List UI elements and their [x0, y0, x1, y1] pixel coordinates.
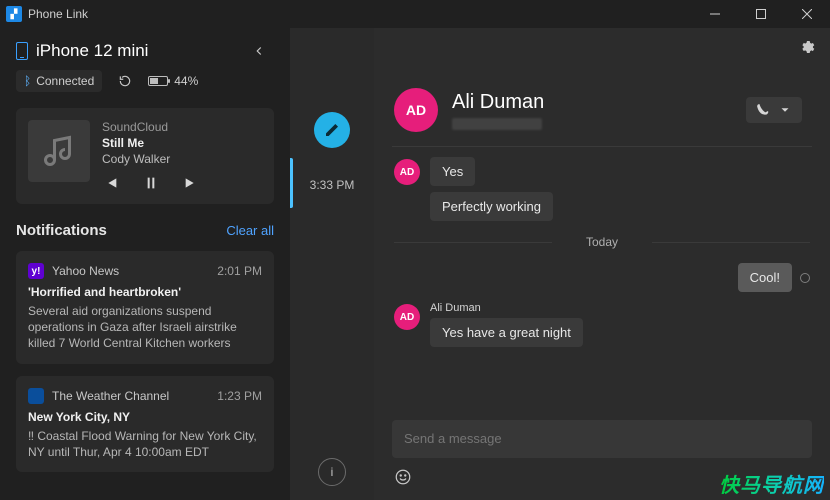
- notification-app-name: The Weather Channel: [52, 389, 169, 403]
- media-prev-button[interactable]: [102, 174, 120, 192]
- message-bubble-incoming: Yes: [430, 157, 475, 186]
- contact-subtext: [452, 118, 542, 130]
- device-name: iPhone 12 mini: [36, 41, 148, 61]
- conversation-pane: AD Ali Duman AD Yes Perfectly working To…: [374, 28, 830, 500]
- message-status-icon: [800, 273, 810, 283]
- battery-icon: [148, 76, 168, 86]
- weather-channel-icon: [28, 388, 44, 404]
- notification-item[interactable]: The Weather Channel 1:23 PM New York Cit…: [16, 376, 274, 472]
- thread-list-column: 3:33 PM i: [290, 28, 374, 500]
- notification-item[interactable]: y! Yahoo News 2:01 PM 'Horrified and hea…: [16, 251, 274, 364]
- contact-name: Ali Duman: [452, 91, 544, 114]
- connection-status-chip[interactable]: ᛒ Connected: [16, 70, 102, 92]
- media-track: Still Me: [102, 136, 262, 150]
- window-close-button[interactable]: [784, 0, 830, 28]
- message-bubble-incoming: Yes have a great night: [430, 318, 583, 347]
- sidebar: iPhone 12 mini ᛒ Connected 44%: [0, 28, 290, 500]
- window-minimize-button[interactable]: [692, 0, 738, 28]
- collapse-sidebar-button[interactable]: [244, 36, 274, 66]
- message-bubble-outgoing: Cool!: [738, 263, 792, 292]
- album-art-placeholder-icon: [28, 120, 90, 182]
- app-logo-icon: ▞: [6, 6, 22, 22]
- notification-headline: 'Horrified and heartbroken': [28, 285, 262, 299]
- emoji-button[interactable]: [392, 466, 414, 488]
- media-artist: Cody Walker: [102, 152, 262, 166]
- message-avatar: AD: [394, 159, 420, 185]
- message-input-wrapper[interactable]: [392, 420, 812, 458]
- notifications-heading: Notifications: [16, 222, 107, 239]
- message-sender-name: Ali Duman: [430, 302, 481, 314]
- refresh-button[interactable]: [114, 70, 136, 92]
- notification-time: 2:01 PM: [217, 264, 262, 278]
- notification-body: Several aid organizations suspend operat…: [28, 303, 262, 352]
- media-next-button[interactable]: [182, 174, 200, 192]
- notification-headline: New York City, NY: [28, 410, 262, 424]
- message-bubble-incoming: Perfectly working: [430, 192, 553, 221]
- call-button[interactable]: [746, 97, 802, 123]
- media-player-card: SoundCloud Still Me Cody Walker: [16, 108, 274, 204]
- chevron-down-icon: [778, 103, 792, 117]
- app-title: Phone Link: [28, 7, 88, 21]
- compose-new-message-button[interactable]: [314, 112, 350, 148]
- media-pause-button[interactable]: [142, 174, 160, 192]
- connection-status-label: Connected: [36, 74, 94, 88]
- window-maximize-button[interactable]: [738, 0, 784, 28]
- window-titlebar: ▞ Phone Link: [0, 0, 830, 28]
- notification-app-name: Yahoo News: [52, 264, 119, 278]
- day-separator: Today: [394, 235, 810, 249]
- clear-all-button[interactable]: Clear all: [226, 223, 274, 238]
- divider: [392, 146, 812, 147]
- phone-device-icon: [16, 42, 28, 60]
- notification-body: ‼ Coastal Flood Warning for New York Cit…: [28, 428, 262, 460]
- bluetooth-icon: ᛒ: [24, 74, 31, 88]
- battery-status: 44%: [148, 74, 198, 88]
- contact-avatar: AD: [394, 88, 438, 132]
- selected-thread-indicator: [290, 158, 293, 208]
- notification-time: 1:23 PM: [217, 389, 262, 403]
- message-input[interactable]: [404, 431, 800, 446]
- media-source: SoundCloud: [102, 120, 262, 134]
- thread-time-label[interactable]: 3:33 PM: [310, 178, 355, 192]
- battery-pct-label: 44%: [174, 74, 198, 88]
- message-avatar: AD: [394, 304, 420, 330]
- yahoo-news-icon: y!: [28, 263, 44, 279]
- info-button[interactable]: i: [318, 458, 346, 486]
